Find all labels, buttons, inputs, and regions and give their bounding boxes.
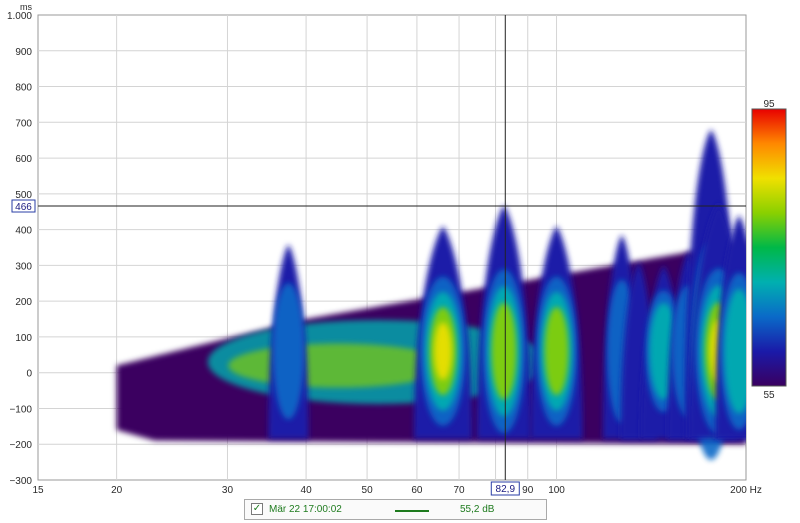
x-tick-label: 40 bbox=[301, 485, 313, 496]
y-tick-label: 1.000 bbox=[7, 11, 32, 22]
peak-core bbox=[724, 288, 746, 414]
colorbar-max-label: 95 bbox=[763, 99, 775, 110]
x-tick-label: 60 bbox=[411, 485, 423, 496]
legend-color-swatch bbox=[395, 510, 429, 512]
y-tick-label: 0 bbox=[26, 369, 32, 380]
y-tick-label: −200 bbox=[9, 440, 32, 451]
x-tick-label: 70 bbox=[453, 485, 465, 496]
x-tick-label: 15 bbox=[32, 485, 44, 496]
x-tick-label: 200 Hz bbox=[730, 485, 762, 496]
x-tick-label: 30 bbox=[222, 485, 234, 496]
y-tick-label: 900 bbox=[15, 47, 32, 58]
y-unit-label: ms bbox=[20, 2, 32, 12]
peak-core bbox=[434, 322, 452, 380]
x-tick-label: 50 bbox=[362, 485, 374, 496]
legend-measurement-label[interactable]: Mär 22 17:00:02 bbox=[269, 504, 342, 515]
y-tick-label: 200 bbox=[15, 297, 32, 308]
cursor-x-readout: 82,9 bbox=[496, 484, 516, 495]
legend-value: 55,2 dB bbox=[460, 504, 495, 515]
cursor-y-readout: 466 bbox=[15, 202, 32, 213]
peak-core bbox=[272, 283, 305, 420]
y-tick-label: 100 bbox=[15, 333, 32, 344]
y-tick-label: −300 bbox=[9, 476, 32, 487]
colorbar: 95 55 bbox=[751, 99, 787, 401]
peak-core bbox=[544, 307, 569, 396]
colorbar-gradient bbox=[751, 108, 787, 387]
y-tick-label: 600 bbox=[15, 154, 32, 165]
spectrogram-chart: 15 20 30 40 50 60 70 90 100 200 Hz 1.000 900 800 700 6… bbox=[7, 2, 787, 496]
y-tick-label: 500 bbox=[15, 190, 32, 201]
colorbar-min-label: 55 bbox=[763, 390, 775, 401]
y-tick-label: 700 bbox=[15, 118, 32, 129]
y-tick-label: 300 bbox=[15, 261, 32, 272]
legend-bar: ✓ Mär 22 17:00:02 55,2 dB bbox=[244, 499, 547, 520]
y-tick-label: −100 bbox=[9, 404, 32, 415]
y-tick-label: 400 bbox=[15, 226, 32, 237]
legend-checkbox[interactable]: ✓ bbox=[251, 503, 263, 515]
peak-core bbox=[491, 302, 517, 400]
x-tick-label: 100 bbox=[548, 485, 565, 496]
y-tick-label: 800 bbox=[15, 83, 32, 94]
x-tick-label: 90 bbox=[522, 485, 534, 496]
x-tick-label: 20 bbox=[111, 485, 123, 496]
